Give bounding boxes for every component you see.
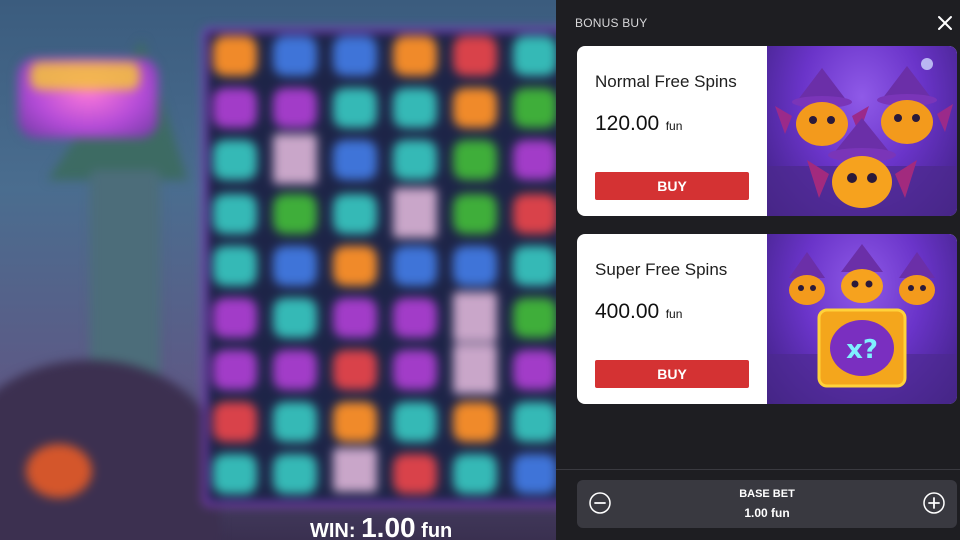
base-bet-value: 1.00 fun	[744, 506, 790, 520]
increase-bet-button[interactable]	[923, 492, 945, 514]
symbol	[513, 246, 556, 286]
witch-pumpkin	[841, 244, 883, 303]
base-bet-control: BASE BET 1.00 fun	[577, 480, 957, 528]
separator	[556, 469, 960, 470]
witch-pumpkin	[877, 66, 953, 144]
symbol	[333, 194, 377, 234]
symbol	[333, 298, 377, 338]
symbol	[453, 88, 497, 128]
plus-circle-icon	[923, 492, 945, 514]
symbol	[513, 454, 556, 494]
card-title: Normal Free Spins	[595, 72, 737, 91]
price-value: 400.00	[595, 300, 660, 323]
symbol	[393, 88, 437, 128]
symbol	[273, 36, 317, 76]
blurred-slot-scene	[0, 0, 556, 540]
symbol	[213, 454, 257, 494]
price-currency: fun	[665, 307, 683, 321]
symbol	[333, 402, 377, 442]
symbol	[273, 88, 317, 128]
symbol	[513, 350, 556, 390]
bonus-buy-panel: BONUS BUY Normal Free Spins 120.00 fun B…	[556, 0, 960, 540]
symbol	[273, 402, 317, 442]
symbol	[453, 402, 497, 442]
symbol	[213, 36, 257, 76]
win-display: WIN: 1.00 fun	[310, 512, 452, 540]
witch-pumpkins-multiplier-artwork: x?	[767, 234, 957, 404]
symbol	[273, 454, 317, 494]
symbol	[333, 88, 377, 128]
symbol	[273, 194, 317, 234]
symbol	[453, 194, 497, 234]
pumpkin-decoration	[26, 444, 92, 498]
card-price: 120.00 fun	[595, 112, 682, 136]
symbol	[393, 298, 437, 338]
price-value: 120.00	[595, 112, 660, 135]
symbol	[393, 402, 437, 442]
reel-grid	[203, 28, 556, 506]
symbol	[453, 140, 497, 180]
symbol	[513, 194, 556, 234]
hill	[0, 360, 220, 540]
symbol	[213, 194, 257, 234]
symbol	[513, 298, 556, 338]
symbol	[213, 298, 257, 338]
buy-normal-free-spins-button[interactable]: BUY	[595, 172, 749, 200]
symbol	[333, 448, 377, 492]
symbol	[333, 140, 377, 180]
game-background: WIN: 1.00 fun	[0, 0, 556, 540]
symbol	[393, 36, 437, 76]
symbol	[213, 246, 257, 286]
pumpkin-multiplier-art-svg: x?	[767, 244, 957, 404]
symbol	[513, 140, 556, 180]
symbol	[213, 402, 257, 442]
close-button[interactable]	[934, 12, 956, 34]
symbol	[513, 402, 556, 442]
symbol	[273, 298, 317, 338]
symbol	[273, 246, 317, 286]
symbol	[393, 246, 437, 286]
symbol	[513, 88, 556, 128]
symbol	[213, 88, 257, 128]
symbol	[393, 350, 437, 390]
base-bet-label: BASE BET	[739, 488, 795, 500]
symbol	[453, 36, 497, 76]
symbol	[453, 344, 497, 394]
game-logo-text-shape	[30, 62, 140, 90]
symbol	[393, 454, 437, 494]
symbol	[333, 246, 377, 286]
buy-super-free-spins-button[interactable]: BUY	[595, 360, 749, 388]
card-price: 400.00 fun	[595, 300, 682, 324]
symbol	[213, 350, 257, 390]
symbol	[453, 454, 497, 494]
symbol	[393, 188, 437, 238]
win-label: WIN:	[310, 520, 356, 540]
pumpkin-art-svg	[767, 58, 957, 216]
symbol	[273, 134, 317, 184]
price-currency: fun	[665, 119, 683, 133]
symbol	[213, 140, 257, 180]
win-unit: fun	[421, 520, 453, 540]
symbol	[453, 292, 497, 342]
symbol	[393, 140, 437, 180]
multiplier-tile: x?	[817, 308, 907, 388]
symbol	[513, 36, 556, 76]
win-amount: 1.00	[361, 512, 416, 540]
witch-pumpkin	[899, 252, 935, 305]
card-normal-free-spins: Normal Free Spins 120.00 fun BUY	[577, 46, 957, 216]
symbol	[333, 350, 377, 390]
card-title: Super Free Spins	[595, 260, 728, 279]
close-icon	[938, 16, 952, 30]
symbol	[333, 36, 377, 76]
panel-title: BONUS BUY	[575, 16, 648, 30]
symbol	[453, 246, 497, 286]
witch-pumpkin	[789, 252, 825, 305]
witch-pumpkins-artwork	[767, 46, 957, 216]
svg-text:x?: x?	[846, 335, 878, 365]
card-super-free-spins: Super Free Spins 400.00 fun BUY x?	[577, 234, 957, 404]
symbol	[273, 350, 317, 390]
